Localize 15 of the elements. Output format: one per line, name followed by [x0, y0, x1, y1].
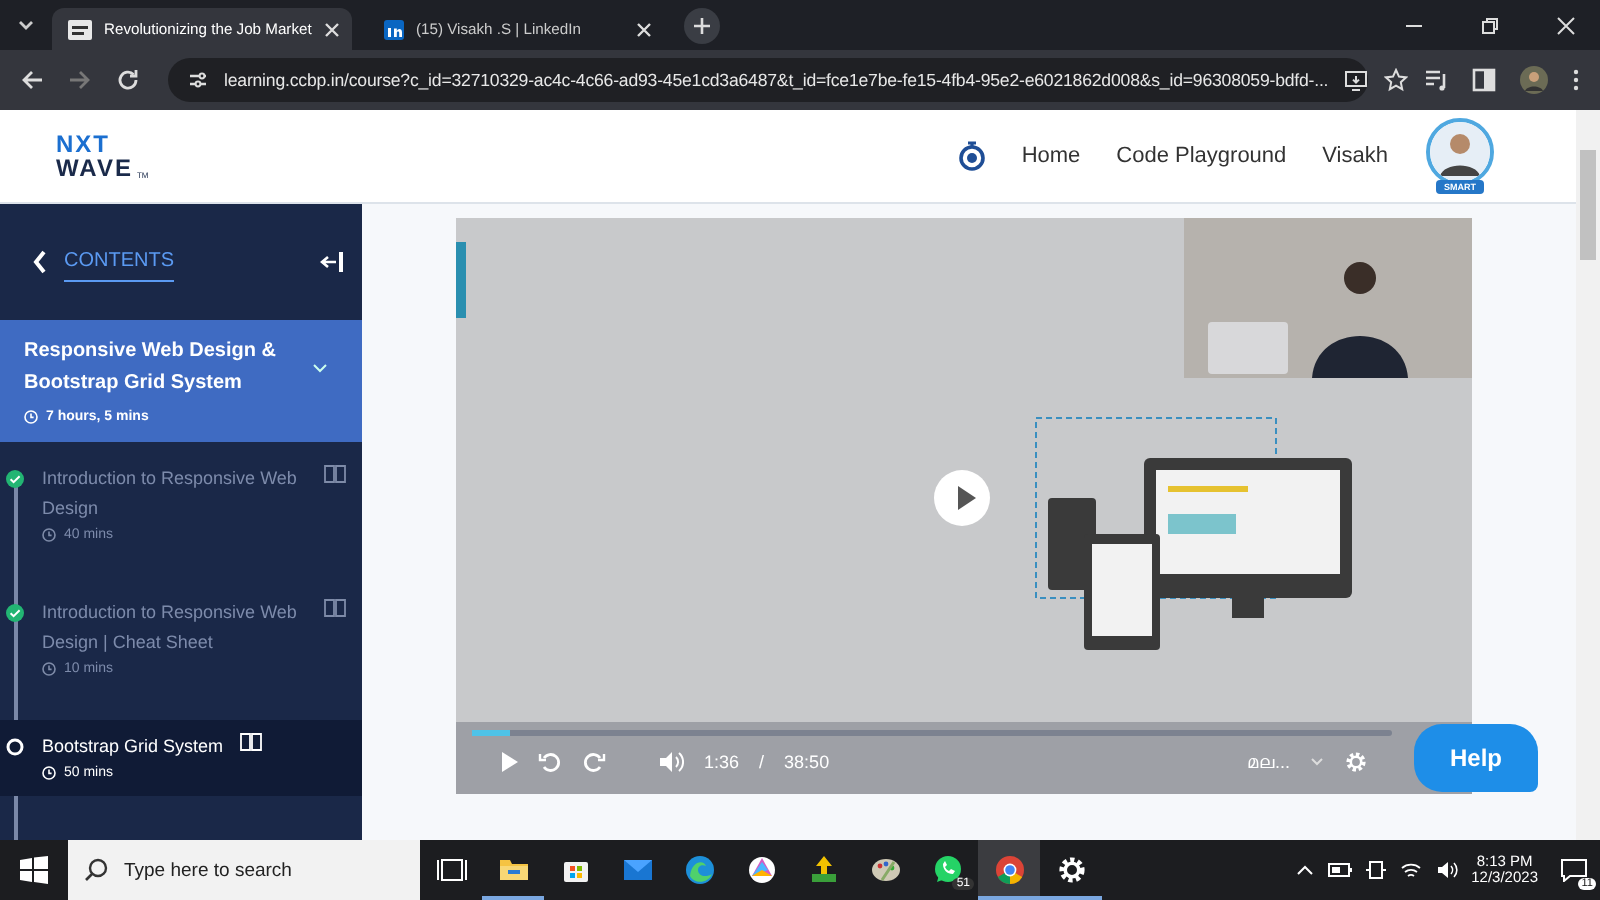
duration-time: 38:50 — [784, 752, 830, 772]
search-field[interactable]: Type here to search — [68, 840, 420, 900]
lesson-title: Introduction to Responsive Web Design — [42, 466, 299, 522]
module-title: Responsive Web Design & Bootstrap Grid System — [24, 338, 278, 398]
logo-text: NXT — [56, 132, 112, 156]
url-text: learning.ccbp.in/course?c_id=32710329-ac4c-4c66-ad93-45e1cd3a6487&t_id=fce1e7be-fe15-4fb4-95e2-e6021862d008&s_id=96308059-bdfd-... — [224, 70, 1329, 90]
logo-text: WAVE — [56, 156, 133, 180]
lesson-title: Bootstrap Grid System — [42, 734, 224, 760]
user-name: Visakh — [1322, 144, 1388, 168]
contents-tab[interactable]: CONTENTS — [64, 249, 174, 281]
time-separator: / — [759, 752, 765, 772]
nav-link[interactable]: Code Playground — [1116, 144, 1287, 168]
current-time: 1:36 — [704, 752, 740, 772]
nav-link[interactable]: Home — [1021, 144, 1081, 168]
lesson-title: Introduction to Responsive Web Design | Cheat Sheet — [42, 600, 299, 656]
